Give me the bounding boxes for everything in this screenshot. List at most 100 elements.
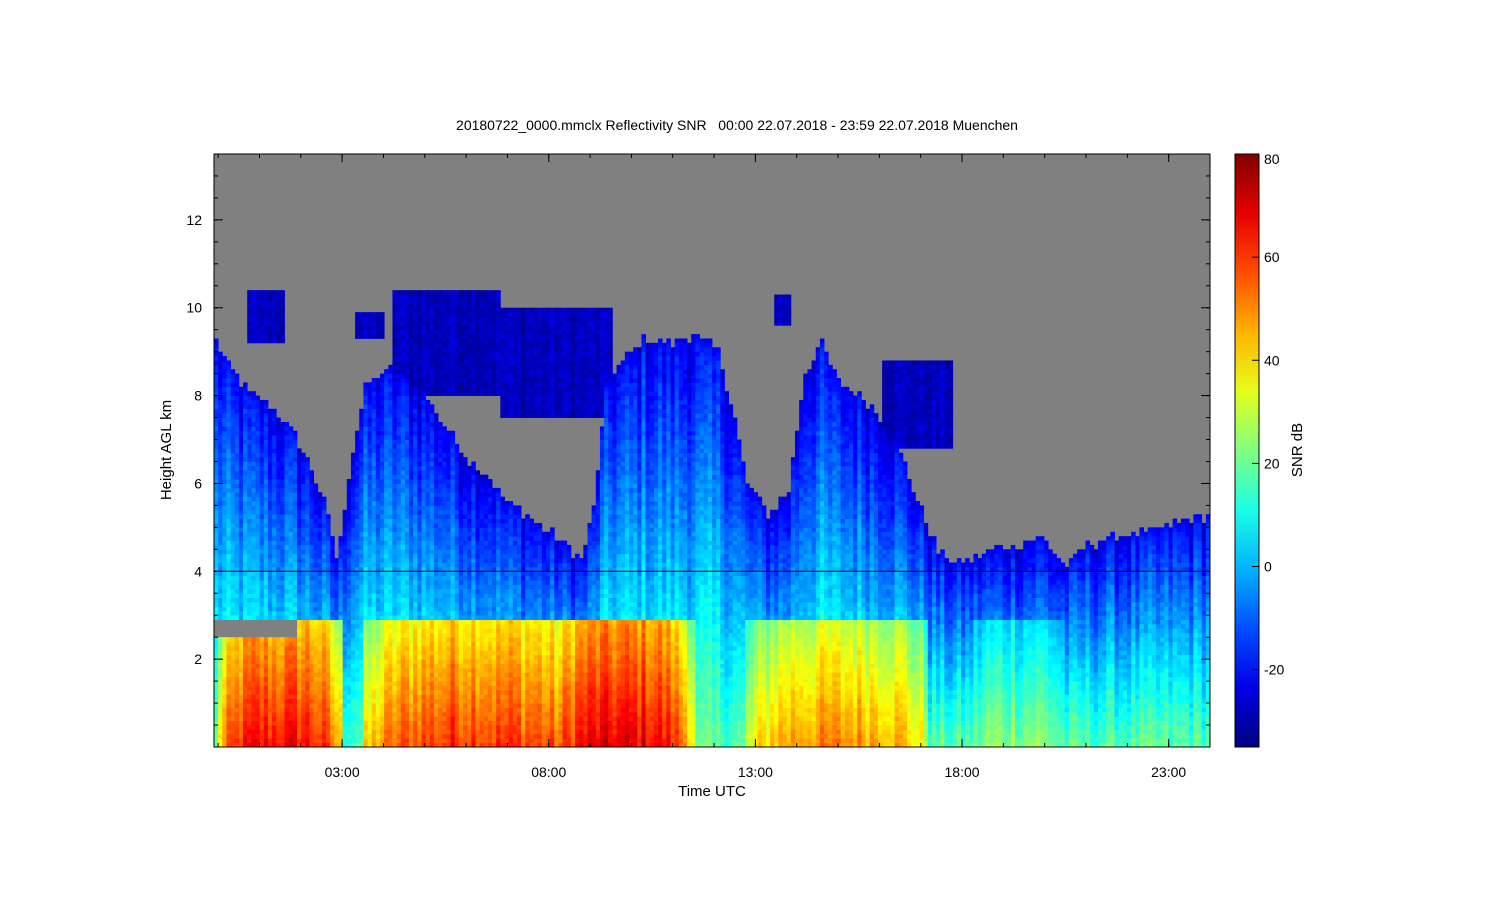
snr-cell [272,672,277,678]
snr-cell [417,487,422,493]
snr-cell [243,514,248,519]
snr-cell [384,391,389,396]
snr-cell [392,619,397,625]
snr-cell [346,584,352,590]
snr-cell [413,615,418,621]
snr-cell [396,654,402,660]
snr-cell [384,681,389,686]
snr-cell [375,316,381,322]
snr-cell [446,303,451,309]
snr-cell [243,698,248,704]
snr-cell [234,518,240,524]
snr-cell [267,303,273,309]
snr-cell [458,584,464,590]
snr-cell [413,329,418,335]
snr-cell [442,571,447,577]
snr-cell [384,553,389,559]
snr-cell [429,338,435,344]
snr-cell [400,312,406,317]
snr-cell [255,527,261,533]
snr-cell [330,698,335,704]
snr-cell [421,492,427,498]
snr-cell [359,417,364,423]
snr-cell [218,588,223,594]
snr-cell [276,509,281,515]
snr-cell [342,654,348,660]
snr-cell [226,364,231,370]
snr-cell [272,681,277,686]
snr-cell [417,602,422,607]
snr-cell [230,522,236,528]
snr-cell [454,558,460,563]
snr-cell [321,514,327,519]
snr-cell [255,452,261,458]
snr-cell [392,584,397,590]
snr-cell [413,637,418,642]
snr-cell [292,738,298,743]
snr-cell [413,588,418,594]
snr-cell [392,562,397,568]
snr-cell [243,413,248,418]
snr-cell [267,667,273,673]
snr-cell [355,637,360,642]
snr-cell [417,347,422,353]
snr-cell [267,527,273,533]
snr-cell [429,307,435,313]
snr-cell [276,549,281,555]
snr-cell [429,610,435,616]
snr-cell [292,549,298,555]
snr-cell [238,588,244,594]
snr-cell [400,351,406,357]
snr-cell [276,720,281,726]
snr-cell [380,439,385,445]
snr-cell [429,356,435,361]
snr-cell [255,663,261,669]
snr-cell [404,443,410,449]
snr-cell [305,707,310,713]
snr-cell [438,544,443,550]
snr-cell [388,738,393,743]
snr-cell [276,733,281,739]
snr-cell [222,452,227,458]
snr-cell [355,632,360,638]
snr-cell [317,707,323,713]
snr-cell [218,408,223,414]
snr-cell [238,531,244,537]
snr-cell [243,685,248,691]
snr-cell [272,637,277,642]
snr-cell [342,716,348,722]
snr-cell [409,597,414,603]
snr-cell [350,659,356,664]
snr-cell [425,320,431,326]
snr-cell [214,399,219,405]
snr-cell [363,465,368,471]
snr-cell [384,619,389,625]
snr-cell [442,465,447,471]
snr-cell [413,360,418,366]
snr-cell [263,593,269,599]
snr-cell [367,685,373,691]
snr-cell [251,531,256,537]
snr-cell [342,571,348,577]
snr-cell [334,562,339,568]
snr-cell [433,386,439,392]
snr-cell [442,487,447,493]
snr-cell [392,373,397,379]
snr-cell [446,733,451,739]
snr-cell [421,588,427,594]
snr-cell [409,522,414,528]
snr-cell [334,725,339,730]
snr-cell [396,606,402,612]
snr-cell [326,641,331,647]
snr-cell [384,707,389,713]
snr-cell [413,694,418,700]
snr-cell [267,681,273,686]
snr-cell [297,637,302,642]
snr-cell [280,527,285,533]
snr-cell [330,689,335,695]
snr-cell [433,685,439,691]
snr-cell [297,531,302,537]
snr-cell [326,610,331,616]
snr-cell [380,725,385,730]
snr-cell [317,663,323,669]
